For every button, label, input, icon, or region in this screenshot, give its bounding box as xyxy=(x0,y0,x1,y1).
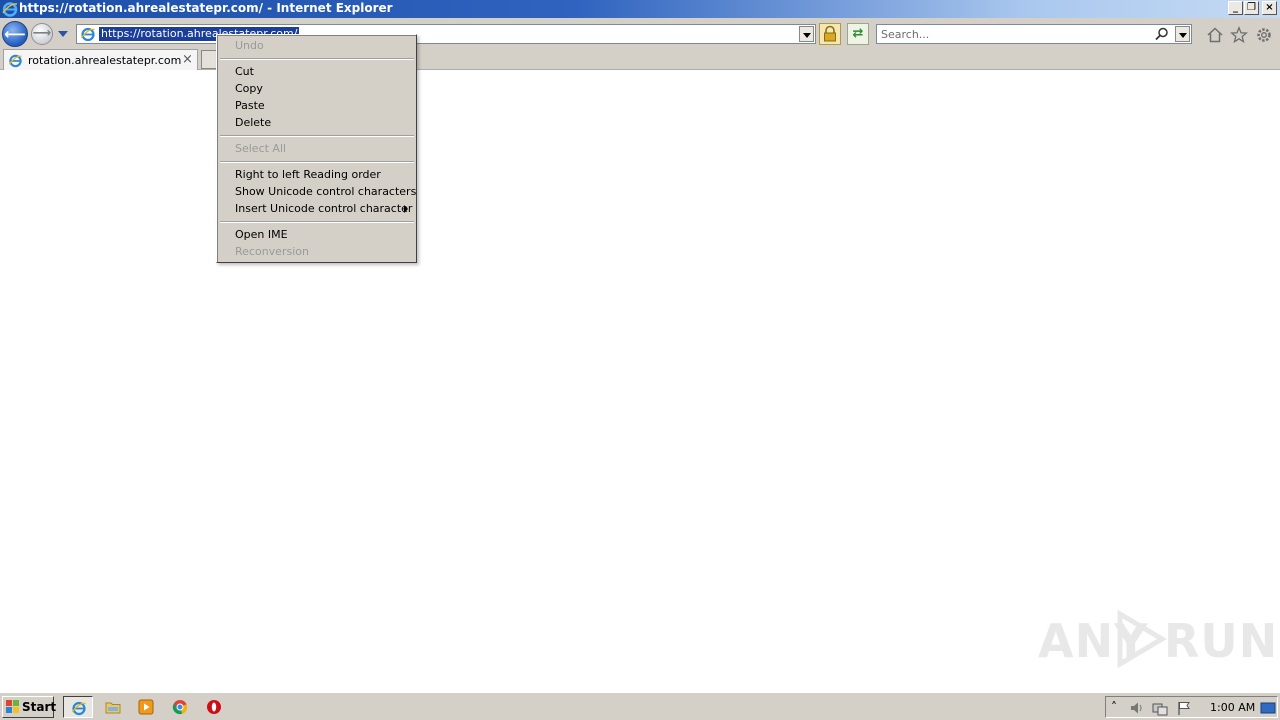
search-icon[interactable] xyxy=(1155,27,1169,41)
internet-explorer-icon xyxy=(2,2,18,17)
settings-gear-icon[interactable] xyxy=(1255,26,1273,44)
submenu-arrow-icon xyxy=(404,205,408,213)
menu-separator xyxy=(220,58,414,60)
media-player-icon xyxy=(138,699,154,715)
network-icon[interactable] xyxy=(1152,700,1168,716)
chrome-icon xyxy=(172,700,188,715)
start-label: Start xyxy=(22,700,57,714)
menu-item-open-ime[interactable]: Open IME xyxy=(235,226,288,243)
windows-logo-icon xyxy=(6,700,19,713)
address-bar[interactable]: https://rotation.ahrealestatepr.com/ xyxy=(76,24,816,44)
menu-item-undo: Undo xyxy=(235,39,264,52)
security-lock-button[interactable] xyxy=(819,23,841,45)
action-center-flag-icon[interactable] xyxy=(1176,700,1192,716)
volume-icon[interactable] xyxy=(1129,700,1145,716)
forward-button[interactable]: ⟶ xyxy=(31,23,53,45)
taskbar-internet-explorer[interactable] xyxy=(63,696,93,718)
minimize-button[interactable]: _ xyxy=(1228,1,1243,15)
tab-label: rotation.ahrealestatepr.com xyxy=(28,54,182,67)
tab-bar: rotation.ahrealestatepr.com × xyxy=(0,48,1280,70)
lock-icon xyxy=(824,25,836,42)
new-tab-button[interactable] xyxy=(201,50,217,69)
search-box[interactable]: Search... xyxy=(876,24,1192,44)
show-hidden-icons-arrow-icon[interactable]: ˄ xyxy=(1111,700,1127,716)
show-desktop-icon[interactable] xyxy=(1260,700,1276,716)
start-button[interactable]: Start xyxy=(2,696,57,718)
back-button[interactable]: ⟵ xyxy=(2,21,28,47)
page-content xyxy=(0,70,1280,692)
menu-separator xyxy=(220,161,414,163)
clock[interactable]: 1:00 AM xyxy=(1210,701,1255,714)
menu-separator xyxy=(220,221,414,223)
close-window-button[interactable]: × xyxy=(1262,1,1277,15)
search-provider-dropdown[interactable] xyxy=(1175,26,1190,42)
back-arrow-icon: ⟵ xyxy=(4,25,26,43)
menu-item-cut[interactable]: Cut xyxy=(235,63,254,80)
anyrun-watermark: ANY RUN xyxy=(1038,608,1277,670)
forward-arrow-icon: ⟶ xyxy=(32,26,52,41)
address-dropdown-button[interactable] xyxy=(799,26,814,42)
navigation-bar: ⟵ ⟶ https://rotation.ahrealestatepr.com/… xyxy=(0,18,1280,48)
taskbar-media-player[interactable] xyxy=(131,696,161,718)
menu-item-paste[interactable]: Paste xyxy=(235,97,265,114)
refresh-button[interactable]: ⇄ xyxy=(847,23,869,45)
page-ie-icon xyxy=(80,27,95,42)
context-menu: Undo Cut Copy Paste Delete Select All Ri… xyxy=(216,34,417,263)
menu-separator xyxy=(220,135,414,137)
window-title: https://rotation.ahrealestatepr.com/ - I… xyxy=(19,1,393,15)
folder-icon xyxy=(105,702,121,714)
window-titlebar: https://rotation.ahrealestatepr.com/ - I… xyxy=(0,0,1280,18)
tab-ie-icon xyxy=(8,54,22,68)
menu-item-insert-unicode-char[interactable]: Insert Unicode control character xyxy=(235,200,412,217)
favorites-star-icon[interactable] xyxy=(1230,26,1248,44)
menu-item-reconversion: Reconversion xyxy=(235,245,309,258)
menu-item-select-all: Select All xyxy=(235,142,287,155)
search-input[interactable]: Search... xyxy=(881,28,929,41)
refresh-icon: ⇄ xyxy=(852,26,864,41)
tab-active[interactable]: rotation.ahrealestatepr.com × xyxy=(3,49,198,70)
taskbar-opera[interactable] xyxy=(199,696,229,718)
home-icon[interactable] xyxy=(1206,26,1224,44)
recent-pages-dropdown[interactable] xyxy=(58,31,68,37)
play-logo-icon xyxy=(1117,610,1167,668)
system-tray: ˄ 1:00 AM xyxy=(1105,696,1278,718)
restore-button[interactable]: ❐ xyxy=(1244,1,1259,15)
taskbar: Start ˄ 1:00 AM xyxy=(0,692,1280,720)
watermark-text-right: RUN xyxy=(1164,614,1279,668)
tab-close-icon[interactable]: × xyxy=(182,52,193,67)
menu-item-rtl-reading-order[interactable]: Right to left Reading order xyxy=(235,166,381,183)
taskbar-file-explorer[interactable] xyxy=(98,696,128,718)
menu-item-copy[interactable]: Copy xyxy=(235,80,263,97)
taskbar-chrome[interactable] xyxy=(165,696,195,718)
internet-explorer-icon xyxy=(71,701,86,716)
menu-item-show-unicode-chars[interactable]: Show Unicode control characters xyxy=(235,183,416,200)
menu-item-delete[interactable]: Delete xyxy=(235,114,271,131)
opera-icon xyxy=(207,700,221,714)
